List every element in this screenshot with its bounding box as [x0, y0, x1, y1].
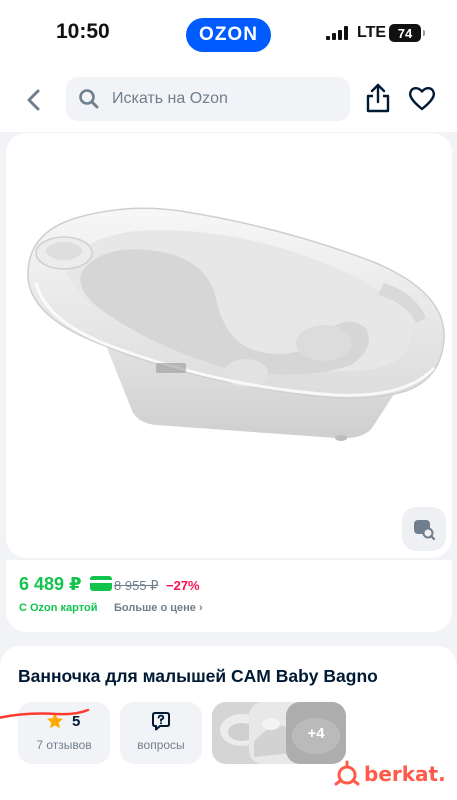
questions-button[interactable]: вопросы: [120, 702, 202, 764]
signal-icon: [326, 26, 348, 40]
discount-badge: −27%: [166, 578, 200, 593]
ozon-card-icon: [90, 576, 112, 591]
top-header: Искать на Ozon: [0, 70, 457, 132]
question-bubble-icon: [152, 712, 170, 731]
questions-label: вопросы: [137, 738, 185, 752]
ozon-logo[interactable]: OZON: [186, 18, 271, 52]
status-bar: 10:50 OZON LTE 74: [0, 0, 457, 70]
berkat-logo-icon: [334, 760, 360, 786]
status-time: 10:50: [56, 20, 110, 43]
red-underline-mark: [0, 708, 90, 719]
price-block: 6 489 ₽ 8 955 ₽ −27% С Ozon картой Больш…: [6, 560, 452, 632]
image-search-icon: [414, 520, 436, 541]
search-icon: [79, 89, 99, 109]
price: 6 489 ₽: [19, 574, 82, 594]
find-similar-button[interactable]: [402, 507, 446, 551]
battery-icon: 74: [389, 24, 425, 42]
old-price: 8 955 ₽: [114, 578, 159, 593]
more-price-link[interactable]: Больше о цене ›: [114, 602, 203, 614]
more-photos-count: +4: [286, 702, 346, 764]
watermark: berkat.: [332, 758, 457, 792]
photo-thumbnail[interactable]: +4: [286, 702, 346, 764]
product-image-gallery[interactable]: [6, 133, 452, 558]
share-icon[interactable]: [364, 82, 392, 114]
heart-icon[interactable]: [407, 84, 437, 112]
search-placeholder: Искать на Ozon: [112, 90, 228, 107]
network-type: LTE: [357, 24, 387, 41]
search-input[interactable]: Искать на Ozon: [66, 77, 350, 121]
chevron-right-icon: ›: [198, 602, 203, 614]
product-image: [27, 207, 445, 441]
product-title: Ванночка для малышей CAM Baby Bagno: [18, 666, 378, 686]
chevron-left-icon[interactable]: [20, 86, 48, 114]
ozon-card-label: С Ozon картой: [19, 602, 98, 614]
more-price-label: Больше о цене: [114, 602, 196, 614]
reviews-count: 7 отзывов: [36, 738, 92, 752]
watermark-text: berkat.: [364, 762, 446, 786]
